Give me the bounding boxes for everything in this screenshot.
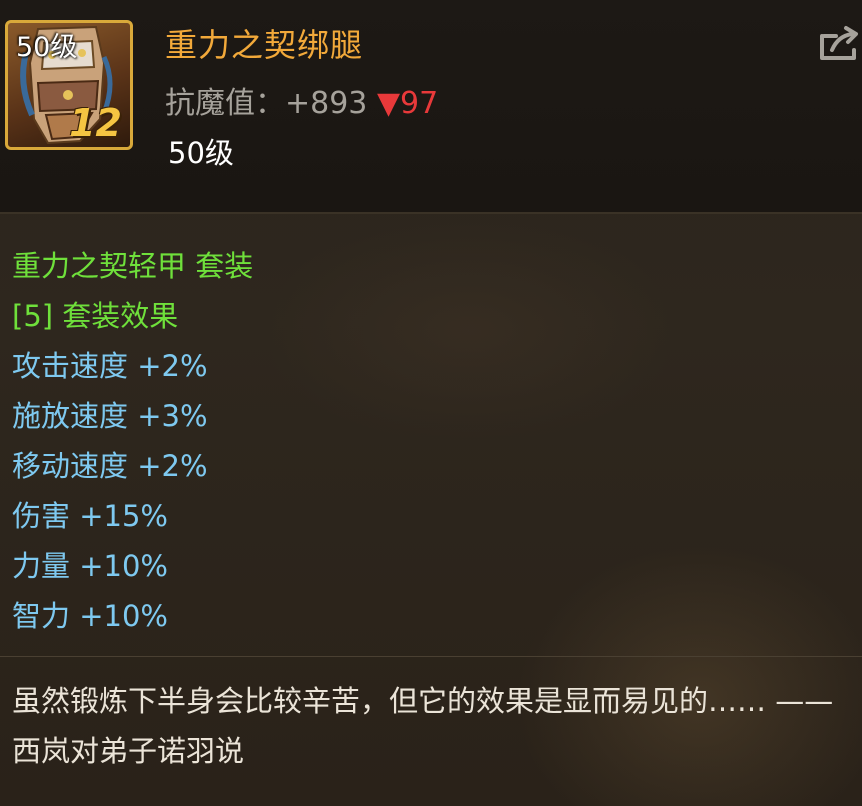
stat-line: 抗魔值：+893 ▼97 [165,78,438,122]
item-header: 50级 12 重力之契绑腿 抗魔值：+893 ▼97 50级 [0,0,862,214]
icon-enhance-number: 12 [69,101,122,145]
icon-level-badge: 50级 [16,32,78,63]
stat-label: 抗魔值： [165,86,285,121]
set-name: 重力之契轻甲 套装 [12,249,254,283]
share-button[interactable] [818,24,862,64]
item-level: 50级 [168,136,234,170]
stat-diff-value: 97 [400,86,439,121]
set-bonus-list: 重力之契轻甲 套装 [5] 套装效果 攻击速度 +2% 施放速度 +3% 移动速… [12,244,253,644]
set-effect-attack-speed: 攻击速度 +2% [12,349,208,383]
stat-value: +893 [285,86,368,121]
share-icon [820,26,858,60]
set-bonus-header: [5] 套装效果 [12,299,179,333]
set-effect-damage: 伤害 +15% [12,499,168,533]
set-effect-strength: 力量 +10% [12,549,168,583]
divider [0,656,862,657]
set-effect-intelligence: 智力 +10% [12,599,168,633]
set-effect-cast-speed: 施放速度 +3% [12,399,208,433]
item-name: 重力之契绑腿 [165,26,364,64]
set-effect-move-speed: 移动速度 +2% [12,449,208,483]
item-tooltip-panel: 50级 12 重力之契绑腿 抗魔值：+893 ▼97 50级 重力之契轻甲 套装… [0,0,862,806]
item-icon-frame[interactable]: 50级 12 [5,20,133,150]
item-description: 虽然锻炼下半身会比较辛苦，但它的效果是显而易见的…… ——西岚对弟子诺羽说 [12,684,834,768]
stat-diff: ▼97 [377,86,438,121]
down-arrow-icon: ▼ [376,86,401,121]
